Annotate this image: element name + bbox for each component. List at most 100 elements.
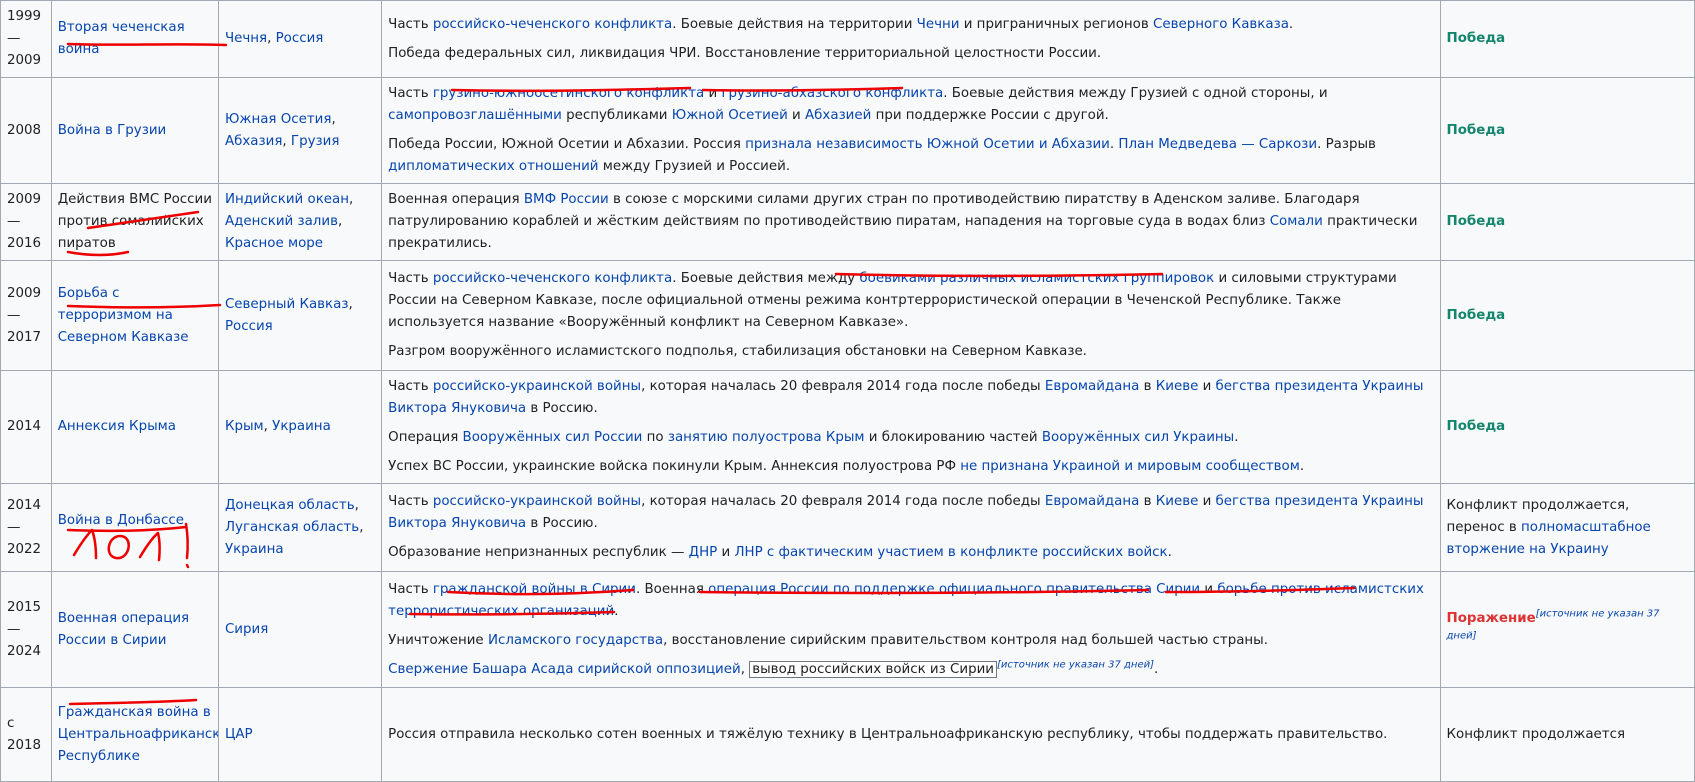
location-link[interactable]: Сирия	[225, 622, 268, 637]
years-cell: 2008	[0, 77, 52, 184]
description-cell: Часть российско-чеченского конфликта. Бо…	[381, 260, 1441, 371]
years-text: 2014— 2022	[7, 497, 42, 557]
inline-link[interactable]: самопровозглашёнными	[388, 108, 562, 123]
inline-link[interactable]: ЛНР с фактическим участием в конфликте р…	[734, 545, 1167, 560]
inline-link[interactable]: Сомали	[1270, 214, 1323, 229]
inline-link[interactable]: Евромайдана	[1045, 494, 1139, 509]
inline-link[interactable]: признала независимость Южной Осетии и Аб…	[745, 137, 1110, 152]
conflict-link[interactable]: Война в Донбассе	[58, 513, 184, 528]
location-link[interactable]: Донецкая область	[225, 498, 355, 513]
location-link[interactable]: Красное море	[225, 236, 323, 251]
result-cell: Конфликт продолжается, перенос в полнома…	[1439, 483, 1695, 572]
inline-link[interactable]: Южной Осетией	[672, 108, 788, 123]
text: Часть	[388, 379, 433, 394]
location-link[interactable]: Россия	[276, 31, 324, 46]
text: Часть	[388, 494, 433, 509]
inline-link[interactable]: российско-украинской войны	[433, 379, 641, 394]
description-paragraph: Уничтожение Исламского государства, восс…	[388, 630, 1433, 652]
years-text: 2015 — 2024	[7, 599, 42, 659]
years-text: 2009— 2016	[7, 192, 42, 251]
inline-link[interactable]: Евромайдана	[1045, 379, 1139, 394]
description-paragraph: Часть российско-украинской войны, котора…	[388, 491, 1433, 535]
location-link[interactable]: Россия	[225, 319, 273, 334]
location-link[interactable]: Северный Кавказ	[225, 297, 349, 312]
conflict-link[interactable]: Гражданская война в Центральноафриканско…	[58, 705, 218, 764]
years-text: 2014	[7, 419, 42, 434]
location-link[interactable]: ЦАР	[225, 727, 253, 742]
inline-link[interactable]: ВМФ России	[524, 192, 609, 207]
text: Часть	[388, 271, 433, 286]
result-cell: Победа	[1439, 370, 1695, 484]
inline-link[interactable]: грузино-южноосетинского конфликта	[433, 86, 704, 101]
inline-link[interactable]: дипломатических отношений	[388, 159, 598, 174]
description-cell: Часть российско-чеченского конфликта. Бо…	[381, 0, 1441, 78]
text: при поддержке России с другой.	[871, 108, 1109, 123]
citation-text: источник не указан 37 дней	[1000, 659, 1151, 671]
location-cell: Крым, Украина	[217, 370, 383, 484]
description-paragraph: Часть грузино-южноосетинского конфликта …	[388, 83, 1433, 127]
inline-link[interactable]: План Медведева — Саркози	[1118, 137, 1317, 152]
location-cell: Чечня, Россия	[217, 0, 383, 78]
years-text: 2009— 2017	[7, 285, 42, 345]
inline-link[interactable]: Вооружённых сил России	[463, 430, 643, 445]
location-link[interactable]: Индийский океан	[225, 192, 349, 207]
conflict-name-cell: Действия ВМС России против сомалийских п…	[50, 183, 219, 261]
result-victory: Победа	[1446, 214, 1506, 229]
conflict-link[interactable]: Вторая чеченская война	[58, 20, 185, 57]
description-cell: Россия отправила несколько сотен военных…	[381, 687, 1441, 782]
years-cell: 2009— 2017	[0, 260, 52, 371]
separator: ,	[331, 111, 336, 127]
conflict-link[interactable]: Борьба с терроризмом на Северном Кавказе	[58, 286, 189, 345]
table-row: 2008 Война в Грузии Южная Осетия, Абхази…	[0, 77, 1695, 184]
location-link[interactable]: Чечня	[225, 31, 267, 46]
location-cell: Сирия	[217, 571, 383, 688]
text: республиками	[561, 108, 672, 123]
text: Часть	[388, 16, 433, 32]
text: и приграничных регионов	[959, 16, 1154, 32]
text: Уничтожение	[388, 632, 488, 648]
text: . Разрыв	[1317, 137, 1376, 152]
inline-link[interactable]: Вооружённых сил Украины	[1042, 430, 1234, 445]
inline-link[interactable]: Абхазией	[805, 108, 871, 123]
separator: ,	[354, 497, 359, 513]
result-defeat: Поражение	[1446, 610, 1536, 626]
location-link[interactable]: Крым	[225, 419, 264, 434]
inline-link[interactable]: Киеве	[1156, 379, 1199, 394]
inline-link[interactable]: гражданской войны в Сирии	[433, 582, 636, 597]
text: .	[1234, 430, 1239, 445]
conflict-link[interactable]: Аннексия Крыма	[58, 419, 176, 434]
inline-link[interactable]: российско-чеченского конфликта	[433, 17, 672, 32]
result-cell: Победа	[1439, 0, 1695, 78]
conflict-name-cell: Война в Грузии	[50, 77, 219, 184]
citation-needed[interactable]: [источник не указан 37 дней]	[997, 659, 1154, 670]
inline-link[interactable]: занятию полуострова Крым	[668, 430, 865, 445]
text: , восстановление сирийским правительство…	[663, 632, 1268, 648]
inline-link[interactable]: операция России по поддержке официальног…	[708, 582, 1200, 597]
inline-link[interactable]: ДНР	[689, 545, 718, 560]
conflict-name-cell: Аннексия Крыма	[50, 370, 219, 484]
text: Образование непризнанных республик —	[388, 545, 689, 560]
inline-link[interactable]: российско-украинской войны	[433, 494, 641, 509]
inline-link[interactable]: боевиками различных исламистских группир…	[859, 271, 1214, 286]
separator: ,	[282, 133, 291, 149]
location-link[interactable]: Южная Осетия	[225, 112, 332, 127]
description-cell: Часть российско-украинской войны, котора…	[381, 483, 1441, 572]
inline-link[interactable]: российско-чеченского конфликта	[433, 271, 672, 286]
location-link[interactable]: Грузия	[291, 134, 339, 149]
inline-link[interactable]: Северного Кавказа	[1153, 17, 1289, 32]
conflict-link[interactable]: Военная операция России в Сирии	[58, 611, 189, 648]
inline-link[interactable]: грузино-абхазского конфликта	[721, 86, 943, 101]
location-link[interactable]: Украина	[225, 542, 284, 557]
text: .	[1167, 545, 1172, 560]
inline-link[interactable]: Чечни	[917, 17, 960, 32]
conflict-link[interactable]: Война в Грузии	[58, 123, 167, 138]
inline-link[interactable]: Исламского государства	[488, 633, 663, 648]
location-link[interactable]: Абхазия	[225, 134, 282, 149]
text: по	[642, 430, 668, 445]
inline-link[interactable]: не признана Украиной и мировым сообществ…	[960, 459, 1300, 474]
location-link[interactable]: Аденский залив	[225, 214, 338, 229]
inline-link[interactable]: Свержение Башара Асада сирийской оппозиц…	[388, 662, 741, 677]
location-link[interactable]: Луганская область	[225, 520, 359, 535]
inline-link[interactable]: Киеве	[1156, 494, 1199, 509]
location-link[interactable]: Украина	[272, 419, 331, 434]
